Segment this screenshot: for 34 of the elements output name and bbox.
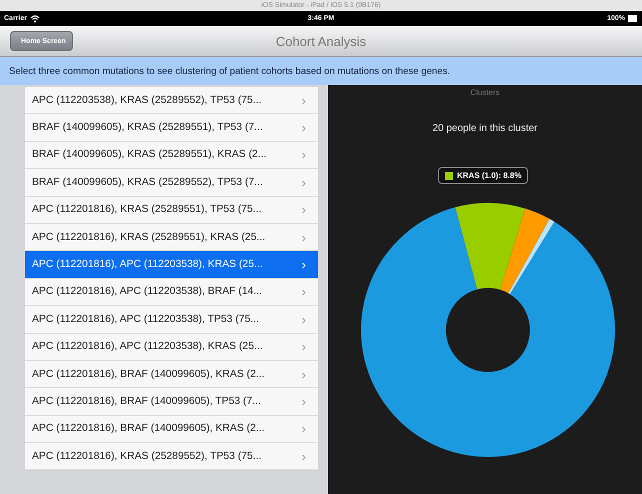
chevron-icon: › bbox=[302, 312, 306, 327]
list-item[interactable]: APC (112201816), BRAF (140099605), KRAS (2... › bbox=[25, 360, 318, 388]
chevron-icon: › bbox=[302, 147, 306, 162]
list-item[interactable]: BRAF (140099605), KRAS (25289551), KRAS (2... › bbox=[25, 142, 318, 170]
list-item[interactable]: APC (112201816), BRAF (140099605), TP53 (7... › bbox=[25, 388, 318, 416]
chevron-icon: › bbox=[302, 339, 306, 354]
chevron-icon: › bbox=[302, 202, 306, 218]
wifi-icon bbox=[30, 14, 40, 22]
list-item[interactable]: APC (112201816), APC (112203538), KRAS (25... › bbox=[25, 334, 318, 361]
nav-title: Cohort Analysis bbox=[276, 34, 366, 48]
list-item[interactable]: APC (112201816), APC (112203538), BRAF (14... › bbox=[25, 278, 318, 306]
info-banner: Select three common mutations to see clustering of patient cohorts based on mutations on these genes. bbox=[0, 57, 642, 85]
list-item[interactable]: BRAF (140099605), KRAS (25289552), TP53 (7... › bbox=[25, 169, 318, 197]
chevron-icon: › bbox=[302, 284, 306, 300]
chevron-icon: › bbox=[302, 366, 306, 382]
chevron-icon: › bbox=[302, 174, 306, 190]
cluster-caption: 20 people in this cluster bbox=[432, 123, 538, 134]
list-item[interactable]: APC (112201816), APC (112203538), TP53 (75... › bbox=[25, 306, 318, 334]
list-item[interactable]: APC (112201816), BRAF (140099605), KRAS (2... › bbox=[25, 416, 318, 444]
chevron-icon: › bbox=[302, 448, 306, 464]
chevron-icon: › bbox=[302, 92, 306, 108]
chevron-icon: › bbox=[302, 257, 306, 272]
list-item[interactable]: APC (112201816), KRAS (25289552), TP53 (75... › bbox=[25, 443, 318, 470]
chevron-icon: › bbox=[302, 120, 306, 136]
panel-title: Clusters bbox=[470, 88, 500, 97]
chevron-icon: › bbox=[302, 230, 306, 245]
chevron-icon: › bbox=[302, 394, 306, 409]
list-item[interactable]: BRAF (140099605), KRAS (25289551), TP53 (7... › bbox=[25, 114, 318, 142]
list-item[interactable]: APC (112201816), APC (112203538), KRAS (25... › bbox=[25, 251, 318, 279]
list-item[interactable]: APC (112203538), KRAS (25289552), TP53 (75... › bbox=[25, 87, 318, 114]
chevron-icon: › bbox=[302, 421, 306, 436]
list-item[interactable]: APC (112201816), KRAS (25289551), TP53 (75... › bbox=[25, 196, 318, 224]
tooltip-label: KRAS (1.0): 8.8% bbox=[457, 171, 522, 180]
battery-icon bbox=[628, 15, 638, 22]
